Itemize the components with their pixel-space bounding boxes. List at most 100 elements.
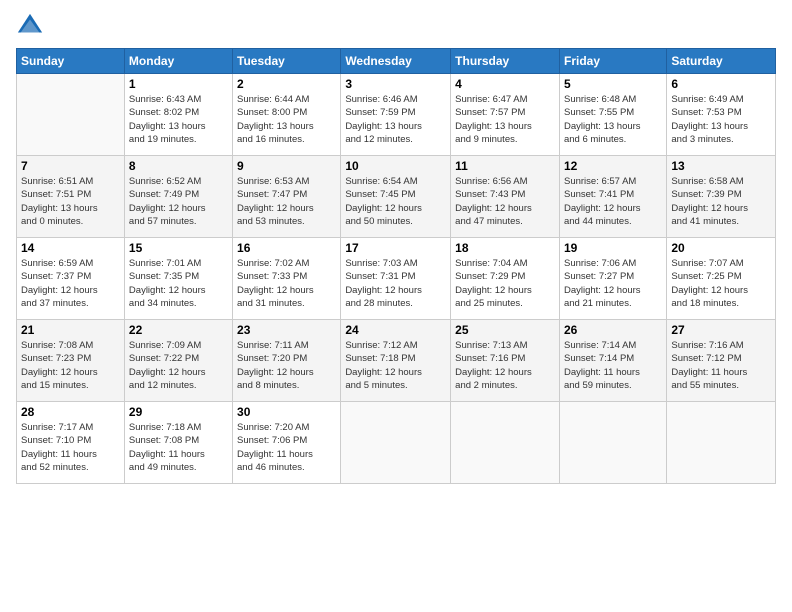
day-number: 21 — [21, 323, 120, 337]
day-number: 13 — [671, 159, 771, 173]
day-info: Sunrise: 6:43 AM Sunset: 8:02 PM Dayligh… — [129, 93, 228, 146]
day-info: Sunrise: 6:44 AM Sunset: 8:00 PM Dayligh… — [237, 93, 336, 146]
calendar-cell: 24Sunrise: 7:12 AM Sunset: 7:18 PM Dayli… — [341, 320, 451, 402]
calendar-cell — [17, 74, 125, 156]
day-number: 25 — [455, 323, 555, 337]
day-info: Sunrise: 6:58 AM Sunset: 7:39 PM Dayligh… — [671, 175, 771, 228]
calendar-cell: 7 Sunrise: 6:51 AM Sunset: 7:51 PM Daylig… — [17, 156, 125, 238]
day-number: 9 — [237, 159, 336, 173]
day-number: 1 — [129, 77, 228, 91]
calendar-cell: 5Sunrise: 6:48 AM Sunset: 7:55 PM Daylig… — [559, 74, 666, 156]
day-number: 20 — [671, 241, 771, 255]
calendar-cell: 1 Sunrise: 6:43 AM Sunset: 8:02 PM Daylig… — [124, 74, 232, 156]
day-number: 10 — [345, 159, 446, 173]
day-number: 19 — [564, 241, 662, 255]
calendar-cell: 18 Sunrise: 7:04 AM Sunset: 7:29 PM Dayli… — [451, 238, 560, 320]
calendar-cell: 30Sunrise: 7:20 AM Sunset: 7:06 PM Dayli… — [233, 402, 341, 484]
calendar-cell: 25 Sunrise: 7:13 AM Sunset: 7:16 PM Dayli… — [451, 320, 560, 402]
day-info: Sunrise: 7:07 AM Sunset: 7:25 PM Dayligh… — [671, 257, 771, 310]
calendar-cell: 17 Sunrise: 7:03 AM Sunset: 7:31 PM Dayli… — [341, 238, 451, 320]
day-info: Sunrise: 6:46 AM Sunset: 7:59 PM Dayligh… — [345, 93, 446, 146]
day-info: Sunrise: 6:51 AM Sunset: 7:51 PM Dayligh… — [21, 175, 120, 228]
calendar-cell: 22 Sunrise: 7:09 AM Sunset: 7:22 PM Dayli… — [124, 320, 232, 402]
calendar-cell: 15Sunrise: 7:01 AM Sunset: 7:35 PM Dayli… — [124, 238, 232, 320]
day-info: Sunrise: 6:49 AM Sunset: 7:53 PM Dayligh… — [671, 93, 771, 146]
calendar-cell: 21 Sunrise: 7:08 AM Sunset: 7:23 PM Dayli… — [17, 320, 125, 402]
calendar-table: SundayMondayTuesdayWednesdayThursdayFrid… — [16, 48, 776, 484]
day-number: 14 — [21, 241, 120, 255]
day-number: 12 — [564, 159, 662, 173]
day-number: 3 — [345, 77, 446, 91]
day-number: 2 — [237, 77, 336, 91]
calendar-header: SundayMondayTuesdayWednesdayThursdayFrid… — [17, 49, 776, 74]
calendar-cell: 26 Sunrise: 7:14 AM Sunset: 7:14 PM Dayli… — [559, 320, 666, 402]
weekday-header: Monday — [124, 49, 232, 74]
calendar-cell: 3 Sunrise: 6:46 AM Sunset: 7:59 PM Daylig… — [341, 74, 451, 156]
calendar-cell: 19 Sunrise: 7:06 AM Sunset: 7:27 PM Dayli… — [559, 238, 666, 320]
day-number: 4 — [455, 77, 555, 91]
day-number: 17 — [345, 241, 446, 255]
calendar-cell: 13 Sunrise: 6:58 AM Sunset: 7:39 PM Dayli… — [667, 156, 776, 238]
calendar-page: SundayMondayTuesdayWednesdayThursdayFrid… — [0, 0, 792, 612]
weekday-header: Thursday — [451, 49, 560, 74]
day-info: Sunrise: 7:09 AM Sunset: 7:22 PM Dayligh… — [129, 339, 228, 392]
day-number: 5 — [564, 77, 662, 91]
day-info: Sunrise: 7:16 AM Sunset: 7:12 PM Dayligh… — [671, 339, 771, 392]
day-info: Sunrise: 6:54 AM Sunset: 7:45 PM Dayligh… — [345, 175, 446, 228]
day-number: 23 — [237, 323, 336, 337]
calendar-cell: 29 Sunrise: 7:18 AM Sunset: 7:08 PM Dayli… — [124, 402, 232, 484]
day-number: 28 — [21, 405, 120, 419]
day-info: Sunrise: 7:13 AM Sunset: 7:16 PM Dayligh… — [455, 339, 555, 392]
day-number: 7 — [21, 159, 120, 173]
day-number: 6 — [671, 77, 771, 91]
calendar-cell — [451, 402, 560, 484]
day-info: Sunrise: 6:52 AM Sunset: 7:49 PM Dayligh… — [129, 175, 228, 228]
day-number: 29 — [129, 405, 228, 419]
day-info: Sunrise: 6:53 AM Sunset: 7:47 PM Dayligh… — [237, 175, 336, 228]
weekday-header: Saturday — [667, 49, 776, 74]
day-number: 22 — [129, 323, 228, 337]
day-number: 30 — [237, 405, 336, 419]
day-info: Sunrise: 7:14 AM Sunset: 7:14 PM Dayligh… — [564, 339, 662, 392]
calendar-cell — [341, 402, 451, 484]
day-info: Sunrise: 7:02 AM Sunset: 7:33 PM Dayligh… — [237, 257, 336, 310]
weekday-header: Wednesday — [341, 49, 451, 74]
calendar-cell: 16 Sunrise: 7:02 AM Sunset: 7:33 PM Dayli… — [233, 238, 341, 320]
day-number: 8 — [129, 159, 228, 173]
day-number: 16 — [237, 241, 336, 255]
calendar-cell: 28 Sunrise: 7:17 AM Sunset: 7:10 PM Dayli… — [17, 402, 125, 484]
day-info: Sunrise: 7:17 AM Sunset: 7:10 PM Dayligh… — [21, 421, 120, 474]
day-number: 15 — [129, 241, 228, 255]
weekday-header: Sunday — [17, 49, 125, 74]
day-info: Sunrise: 7:04 AM Sunset: 7:29 PM Dayligh… — [455, 257, 555, 310]
calendar-week-row: 7 Sunrise: 6:51 AM Sunset: 7:51 PM Daylig… — [17, 156, 776, 238]
calendar-cell: 8 Sunrise: 6:52 AM Sunset: 7:49 PM Daylig… — [124, 156, 232, 238]
calendar-cell: 2 Sunrise: 6:44 AM Sunset: 8:00 PM Daylig… — [233, 74, 341, 156]
calendar-body: 1 Sunrise: 6:43 AM Sunset: 8:02 PM Daylig… — [17, 74, 776, 484]
calendar-cell: 10 Sunrise: 6:54 AM Sunset: 7:45 PM Dayli… — [341, 156, 451, 238]
day-info: Sunrise: 7:18 AM Sunset: 7:08 PM Dayligh… — [129, 421, 228, 474]
logo-icon — [16, 12, 44, 40]
day-info: Sunrise: 7:06 AM Sunset: 7:27 PM Dayligh… — [564, 257, 662, 310]
day-number: 11 — [455, 159, 555, 173]
calendar-cell: 11 Sunrise: 6:56 AM Sunset: 7:43 PM Dayli… — [451, 156, 560, 238]
calendar-week-row: 28 Sunrise: 7:17 AM Sunset: 7:10 PM Dayli… — [17, 402, 776, 484]
day-number: 27 — [671, 323, 771, 337]
weekday-header: Friday — [559, 49, 666, 74]
calendar-cell: 6 Sunrise: 6:49 AM Sunset: 7:53 PM Daylig… — [667, 74, 776, 156]
calendar-week-row: 14 Sunrise: 6:59 AM Sunset: 7:37 PM Dayli… — [17, 238, 776, 320]
day-info: Sunrise: 6:59 AM Sunset: 7:37 PM Dayligh… — [21, 257, 120, 310]
day-number: 26 — [564, 323, 662, 337]
calendar-cell: 23Sunrise: 7:11 AM Sunset: 7:20 PM Dayli… — [233, 320, 341, 402]
calendar-cell — [559, 402, 666, 484]
day-info: Sunrise: 7:08 AM Sunset: 7:23 PM Dayligh… — [21, 339, 120, 392]
calendar-cell: 12 Sunrise: 6:57 AM Sunset: 7:41 PM Dayli… — [559, 156, 666, 238]
day-info: Sunrise: 6:56 AM Sunset: 7:43 PM Dayligh… — [455, 175, 555, 228]
day-info: Sunrise: 7:03 AM Sunset: 7:31 PM Dayligh… — [345, 257, 446, 310]
day-number: 18 — [455, 241, 555, 255]
day-info: Sunrise: 6:57 AM Sunset: 7:41 PM Dayligh… — [564, 175, 662, 228]
day-number: 24 — [345, 323, 446, 337]
calendar-week-row: 1 Sunrise: 6:43 AM Sunset: 8:02 PM Daylig… — [17, 74, 776, 156]
calendar-cell: 20 Sunrise: 7:07 AM Sunset: 7:25 PM Dayli… — [667, 238, 776, 320]
calendar-cell: 4Sunrise: 6:47 AM Sunset: 7:57 PM Daylig… — [451, 74, 560, 156]
